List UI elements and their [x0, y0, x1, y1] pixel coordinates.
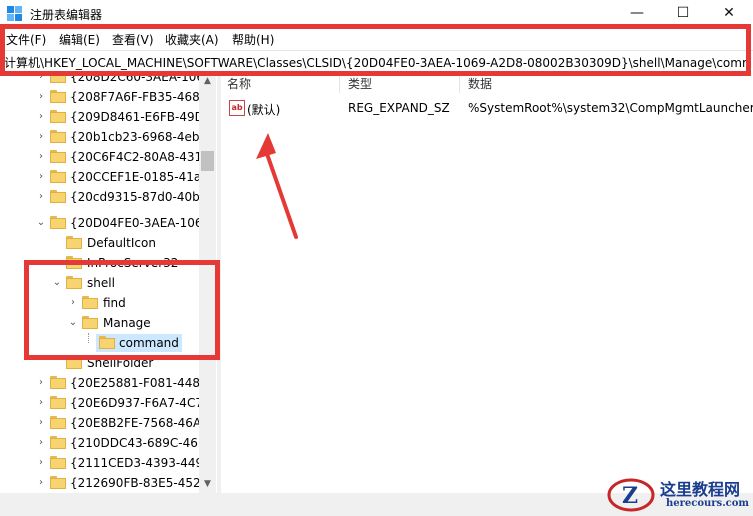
watermark-title: 这里教程网: [660, 480, 741, 499]
svg-text:Z: Z: [622, 483, 638, 509]
value-data: %SystemRoot%\system32\CompMgmtLauncher.e…: [468, 101, 753, 115]
expand-icon[interactable]: ›: [36, 457, 46, 469]
folder-icon: [50, 216, 66, 229]
folder-icon: [50, 396, 66, 409]
scroll-thumb[interactable]: [201, 151, 214, 171]
expand-icon[interactable]: ›: [36, 91, 46, 103]
tree-item-label: {208F7A6F-FB35-4686: [70, 90, 208, 104]
watermark-logo-icon: Z: [607, 478, 655, 512]
expand-icon[interactable]: ›: [36, 377, 46, 389]
tree-item-label: {20CCEF1E-0185-41a5: [70, 170, 209, 184]
tree-item-label: DefaultIcon: [87, 236, 156, 250]
folder-icon: [50, 476, 66, 489]
collapse-icon[interactable]: ⌄: [36, 217, 46, 229]
folder-icon: [50, 110, 66, 123]
tree-item-label: {20E25881-F081-448e: [70, 376, 208, 390]
tree-item-label: {20C6F4C2-80A8-4310: [70, 150, 210, 164]
registry-editor-icon: [7, 6, 23, 22]
expand-icon[interactable]: ›: [36, 477, 46, 489]
folder-icon: [50, 436, 66, 449]
site-watermark: Z 这里教程网 herecours.com: [604, 473, 753, 516]
tree-highlight-box: [24, 260, 220, 360]
red-arrow-annotation: [256, 133, 298, 239]
expand-icon[interactable]: ›: [36, 191, 46, 203]
folder-icon: [50, 170, 66, 183]
tree-item-label: {20E6D937-F6A7-4C7F: [70, 396, 210, 410]
tree-item-label: {212690FB-83E5-4526: [70, 476, 209, 490]
tree-item-label: {2111CED3-4393-4490: [70, 456, 211, 470]
expand-icon[interactable]: ›: [36, 111, 46, 123]
watermark-subtitle: herecours.com: [666, 498, 750, 509]
column-divider[interactable]: [459, 75, 460, 93]
tree-item[interactable]: › {20E6D937-F6A7-4C7F: [0, 393, 210, 413]
value-type: REG_EXPAND_SZ: [348, 101, 450, 115]
expand-icon[interactable]: ›: [36, 151, 46, 163]
tree-item-label: {210DDC43-689C-46E: [70, 436, 206, 450]
string-value-icon: ab: [229, 100, 245, 116]
folder-icon: [50, 376, 66, 389]
column-header-data[interactable]: 数据: [468, 75, 492, 92]
column-header-name[interactable]: 名称: [227, 75, 251, 92]
scroll-down-icon[interactable]: ▼: [199, 476, 216, 493]
folder-icon: [50, 90, 66, 103]
tree-item[interactable]: › {212690FB-83E5-4526: [0, 473, 208, 493]
tree-item-computer-clsid[interactable]: ⌄ {20D04FE0-3AEA-1069: [0, 213, 210, 233]
tree-item[interactable]: › {20b1cb23-6968-4eb9: [0, 127, 207, 147]
tree-item-label: {20cd9315-87d0-40b4: [70, 190, 208, 204]
folder-icon: [50, 456, 66, 469]
tree-item[interactable]: › {20cd9315-87d0-40b4: [0, 187, 207, 207]
expand-icon[interactable]: ›: [36, 437, 46, 449]
tree-item-label: {209D8461-E6FB-49DI: [70, 110, 208, 124]
tree-item[interactable]: › {208F7A6F-FB35-4686: [0, 87, 207, 107]
tree-item[interactable]: › {20C6F4C2-80A8-4310: [0, 147, 210, 167]
expand-icon[interactable]: ›: [36, 171, 46, 183]
column-divider[interactable]: [339, 75, 340, 93]
tree-item-label: {20b1cb23-6968-4eb9: [70, 130, 208, 144]
expand-icon[interactable]: ›: [36, 417, 46, 429]
folder-icon: [50, 416, 66, 429]
window-title: 注册表编辑器: [30, 8, 103, 22]
tree-item[interactable]: › {20E25881-F081-448e: [0, 373, 207, 393]
tree-item[interactable]: › {2111CED3-4393-4490: [0, 453, 211, 473]
expand-icon[interactable]: ›: [36, 397, 46, 409]
tree-item-label: {20E8B2FE-7568-46AE: [70, 416, 209, 430]
tree-item[interactable]: › {210DDC43-689C-46E: [0, 433, 205, 453]
folder-icon: [66, 236, 82, 249]
value-name[interactable]: (默认): [247, 101, 280, 118]
column-header-type[interactable]: 类型: [348, 75, 372, 92]
tree-item-label: {20D04FE0-3AEA-1069: [70, 216, 211, 230]
folder-icon: [50, 190, 66, 203]
expand-icon[interactable]: ›: [36, 131, 46, 143]
tree-item[interactable]: › {20E8B2FE-7568-46AE: [0, 413, 209, 433]
address-highlight-box: [0, 24, 751, 76]
tree-item[interactable]: DefaultIcon: [0, 233, 200, 253]
tree-item[interactable]: › {209D8461-E6FB-49DI: [0, 107, 207, 127]
folder-icon: [50, 150, 66, 163]
tree-item[interactable]: › {20CCEF1E-0185-41a5: [0, 167, 209, 187]
folder-icon: [50, 130, 66, 143]
